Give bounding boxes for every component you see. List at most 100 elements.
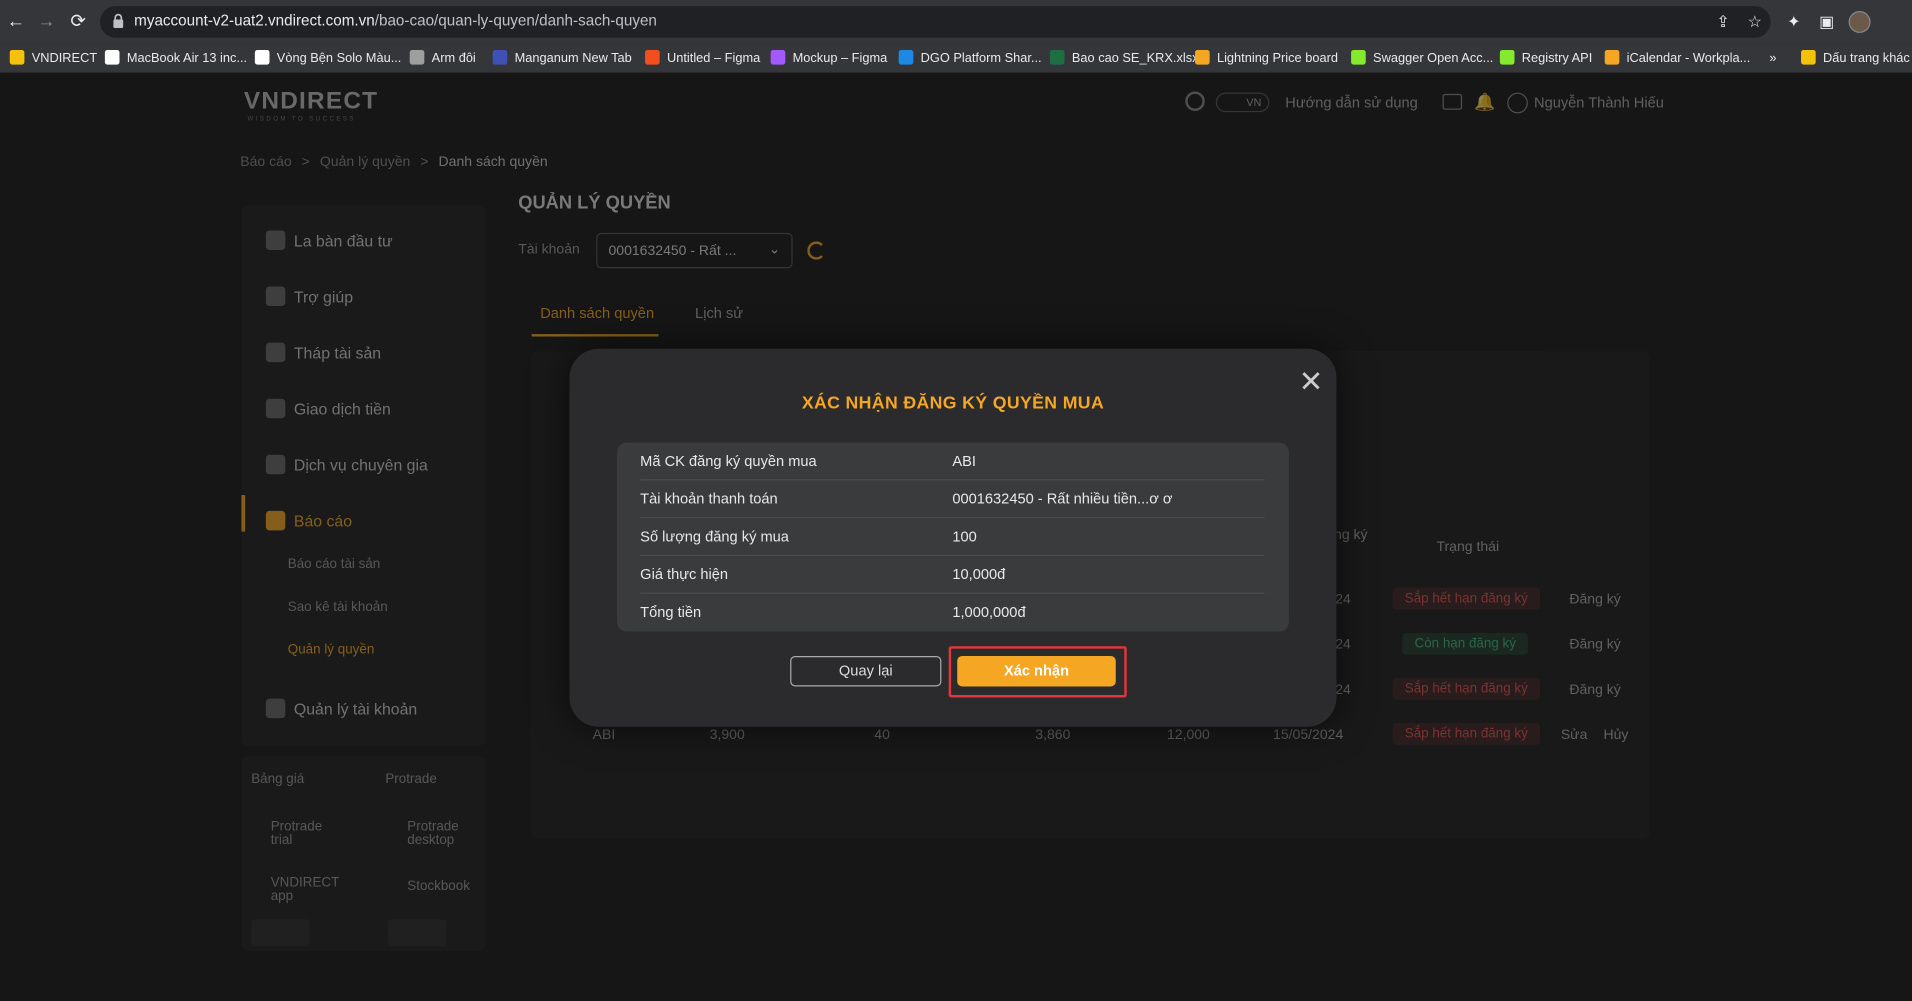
tab-lich-su[interactable]: Lịch sử xyxy=(695,305,743,322)
detail-label: Tổng tiền xyxy=(640,603,702,621)
bookmark-item[interactable]: Untitled – Figma xyxy=(645,49,760,69)
language-label: VN xyxy=(1246,96,1262,109)
profile-avatar[interactable] xyxy=(1848,10,1871,33)
detail-value: 10,000đ xyxy=(952,565,1006,583)
detail-row-price: Giá thực hiện 10,000đ xyxy=(640,556,1265,594)
breadcrumb-bao-cao[interactable]: Báo cáo xyxy=(240,155,291,170)
play-store-icon[interactable] xyxy=(387,919,447,947)
account-select[interactable]: 0001632450 - Rất ... ⌄ xyxy=(596,232,793,269)
detail-row-account: Tài khoản thanh toán 0001632450 - Rất nh… xyxy=(640,480,1265,519)
sidebar-item-label: La bàn đầu tư xyxy=(293,231,393,250)
tool-bang-gia[interactable]: Bảng giá xyxy=(251,772,304,786)
bookmark-icon xyxy=(1801,49,1816,65)
breadcrumb-quan-ly-quyen[interactable]: Quản lý quyền xyxy=(320,155,410,170)
sidebar-sub-quan-ly-quyen[interactable]: Quản lý quyền xyxy=(288,643,375,658)
close-icon[interactable]: ✕ xyxy=(1297,368,1324,397)
row-cell: 3,860 xyxy=(1035,727,1071,743)
tool-protrade[interactable]: Protrade xyxy=(385,772,436,786)
sidebar-item-quan-ly-tai-khoan[interactable]: Quản lý tài khoản xyxy=(265,698,418,719)
status-badge: Còn hạn đăng ký xyxy=(1402,632,1529,655)
confirm-rights-modal: ✕ XÁC NHẬN ĐĂNG KÝ QUYỀN MUA Mã CK đăng … xyxy=(569,348,1337,727)
bookmark-icon xyxy=(645,49,660,65)
money-icon xyxy=(265,398,286,419)
sidebar: La bàn đầu tư Trợ giúp Tháp tài sản Giao… xyxy=(241,204,486,747)
bookmark-item[interactable]: Registry API xyxy=(1499,49,1592,69)
share-icon[interactable]: ⇪ xyxy=(1712,11,1734,33)
register-link[interactable]: Đăng ký xyxy=(1569,638,1620,653)
bookmark-item[interactable]: Bao cao SE_KRX.xlsx xyxy=(1049,49,1199,69)
bookmark-item[interactable]: Lightning Price board xyxy=(1195,49,1338,69)
bookmark-label: Dấu trang khác xyxy=(1823,51,1910,66)
sidebar-item-tro-giup[interactable]: Trợ giúp xyxy=(265,286,353,307)
bookmark-item[interactable]: Swagger Open Acc... xyxy=(1351,49,1493,69)
extensions-icon[interactable]: ✦ xyxy=(1783,11,1805,33)
compass-icon xyxy=(265,230,286,250)
bookmark-item[interactable]: Arm đôi xyxy=(409,49,476,69)
bookmark-item[interactable]: Mockup – Figma xyxy=(770,49,887,69)
detail-row-symbol: Mã CK đăng ký quyền mua ABI xyxy=(640,443,1265,481)
settings-icon[interactable] xyxy=(1185,91,1205,111)
bookmark-icon xyxy=(9,49,25,65)
bookmark-item[interactable]: » xyxy=(1769,49,1776,69)
sidebar-item-la-ban[interactable]: La bàn đầu tư xyxy=(265,230,393,250)
column-header-trang-thai: Trạng thái xyxy=(1436,540,1500,555)
status-badge: Sắp hết hạn đăng ký xyxy=(1392,587,1541,610)
bookmark-item[interactable]: VNDIRECT xyxy=(9,49,97,69)
tool-protrade-desktop[interactable]: Protrade desktop xyxy=(407,820,480,848)
user-name[interactable]: Nguyễn Thành Hiếu xyxy=(1534,94,1664,111)
bookmark-label: Swagger Open Acc... xyxy=(1373,51,1494,66)
register-link[interactable]: Đăng ký xyxy=(1569,683,1620,698)
bookmark-label: MacBook Air 13 inc... xyxy=(126,51,248,66)
sidebar-item-dich-vu[interactable]: Dịch vụ chuyên gia xyxy=(265,454,428,475)
bookmark-label: Vòng Bện Solo Màu... xyxy=(276,51,402,66)
sidebar-item-thap-tai-san[interactable]: Tháp tài sản xyxy=(265,342,381,363)
tool-vndirect-app[interactable]: VNDIRECT app xyxy=(271,876,344,904)
sidebar-item-bao-cao[interactable]: Báo cáo xyxy=(265,510,352,531)
detail-label: Tài khoản thanh toán xyxy=(640,490,778,508)
sidebar-sub-sao-ke[interactable]: Sao kê tài khoản xyxy=(288,600,388,615)
row-date: 24 xyxy=(1335,682,1351,698)
edit-link[interactable]: Sửa xyxy=(1561,728,1588,743)
bookmark-label: iCalendar - Workpla... xyxy=(1626,51,1751,66)
cancel-link[interactable]: Hủy xyxy=(1604,728,1629,743)
back-arrow-icon[interactable]: ← xyxy=(5,11,27,33)
tower-icon xyxy=(265,342,286,363)
star-icon[interactable]: ☆ xyxy=(1744,11,1766,33)
bookmark-item[interactable]: iCalendar - Workpla... xyxy=(1604,49,1751,69)
sidebar-item-label: Quản lý tài khoản xyxy=(293,699,418,719)
language-toggle[interactable]: VN xyxy=(1215,92,1270,113)
bookmark-item[interactable]: Vòng Bện Solo Màu... xyxy=(254,49,402,69)
user-icon[interactable] xyxy=(1507,92,1528,114)
address-bar[interactable]: myaccount-v2-uat2.vndirect.com.vn/bao-ca… xyxy=(99,6,1771,38)
bookmark-icon xyxy=(1195,49,1210,65)
tool-stockbook[interactable]: Stockbook xyxy=(407,880,470,893)
sidepanel-icon[interactable]: ▣ xyxy=(1816,11,1838,33)
sidebar-sub-bao-cao-tai-san[interactable]: Báo cáo tài sản xyxy=(288,557,380,572)
bookmark-item[interactable]: Manganum New Tab xyxy=(492,49,632,69)
app-store-icon[interactable] xyxy=(251,919,310,947)
bookmark-label: » xyxy=(1769,51,1777,66)
user-guide-link[interactable]: Hướng dẫn sử dụng xyxy=(1285,94,1418,111)
bookmark-item[interactable]: MacBook Air 13 inc... xyxy=(104,49,248,69)
bell-icon[interactable]: 🔔 xyxy=(1474,91,1495,112)
account-icon xyxy=(265,698,286,719)
reload-icon[interactable]: ⟳ xyxy=(67,11,89,33)
bookmark-item[interactable]: DGO Platform Shar... xyxy=(898,49,1042,69)
register-link[interactable]: Đăng ký xyxy=(1569,593,1620,608)
column-header-dang-ky: ng ký xyxy=(1334,527,1368,543)
detail-label: Số lượng đăng ký mua xyxy=(640,527,789,546)
detail-value: 100 xyxy=(952,527,977,546)
tab-danh-sach-quyen[interactable]: Danh sách quyền xyxy=(540,305,654,322)
tool-protrade-trial[interactable]: Protrade trial xyxy=(271,820,344,848)
expert-icon xyxy=(265,454,286,475)
row-cell: 12,000 xyxy=(1166,727,1210,743)
vndirect-logo[interactable]: VNDIRECT xyxy=(244,88,378,116)
forward-arrow-icon[interactable]: → xyxy=(35,11,57,33)
bookmark-item[interactable]: Dấu trang khác xyxy=(1801,49,1910,69)
row-date: 15/05/2024 xyxy=(1273,727,1344,743)
back-button[interactable]: Quay lại xyxy=(790,655,942,687)
bookmark-icon xyxy=(1351,49,1366,65)
refresh-icon[interactable] xyxy=(807,241,826,260)
sidebar-item-giao-dich-tien[interactable]: Giao dịch tiền xyxy=(265,398,391,419)
mail-icon[interactable] xyxy=(1442,93,1463,110)
